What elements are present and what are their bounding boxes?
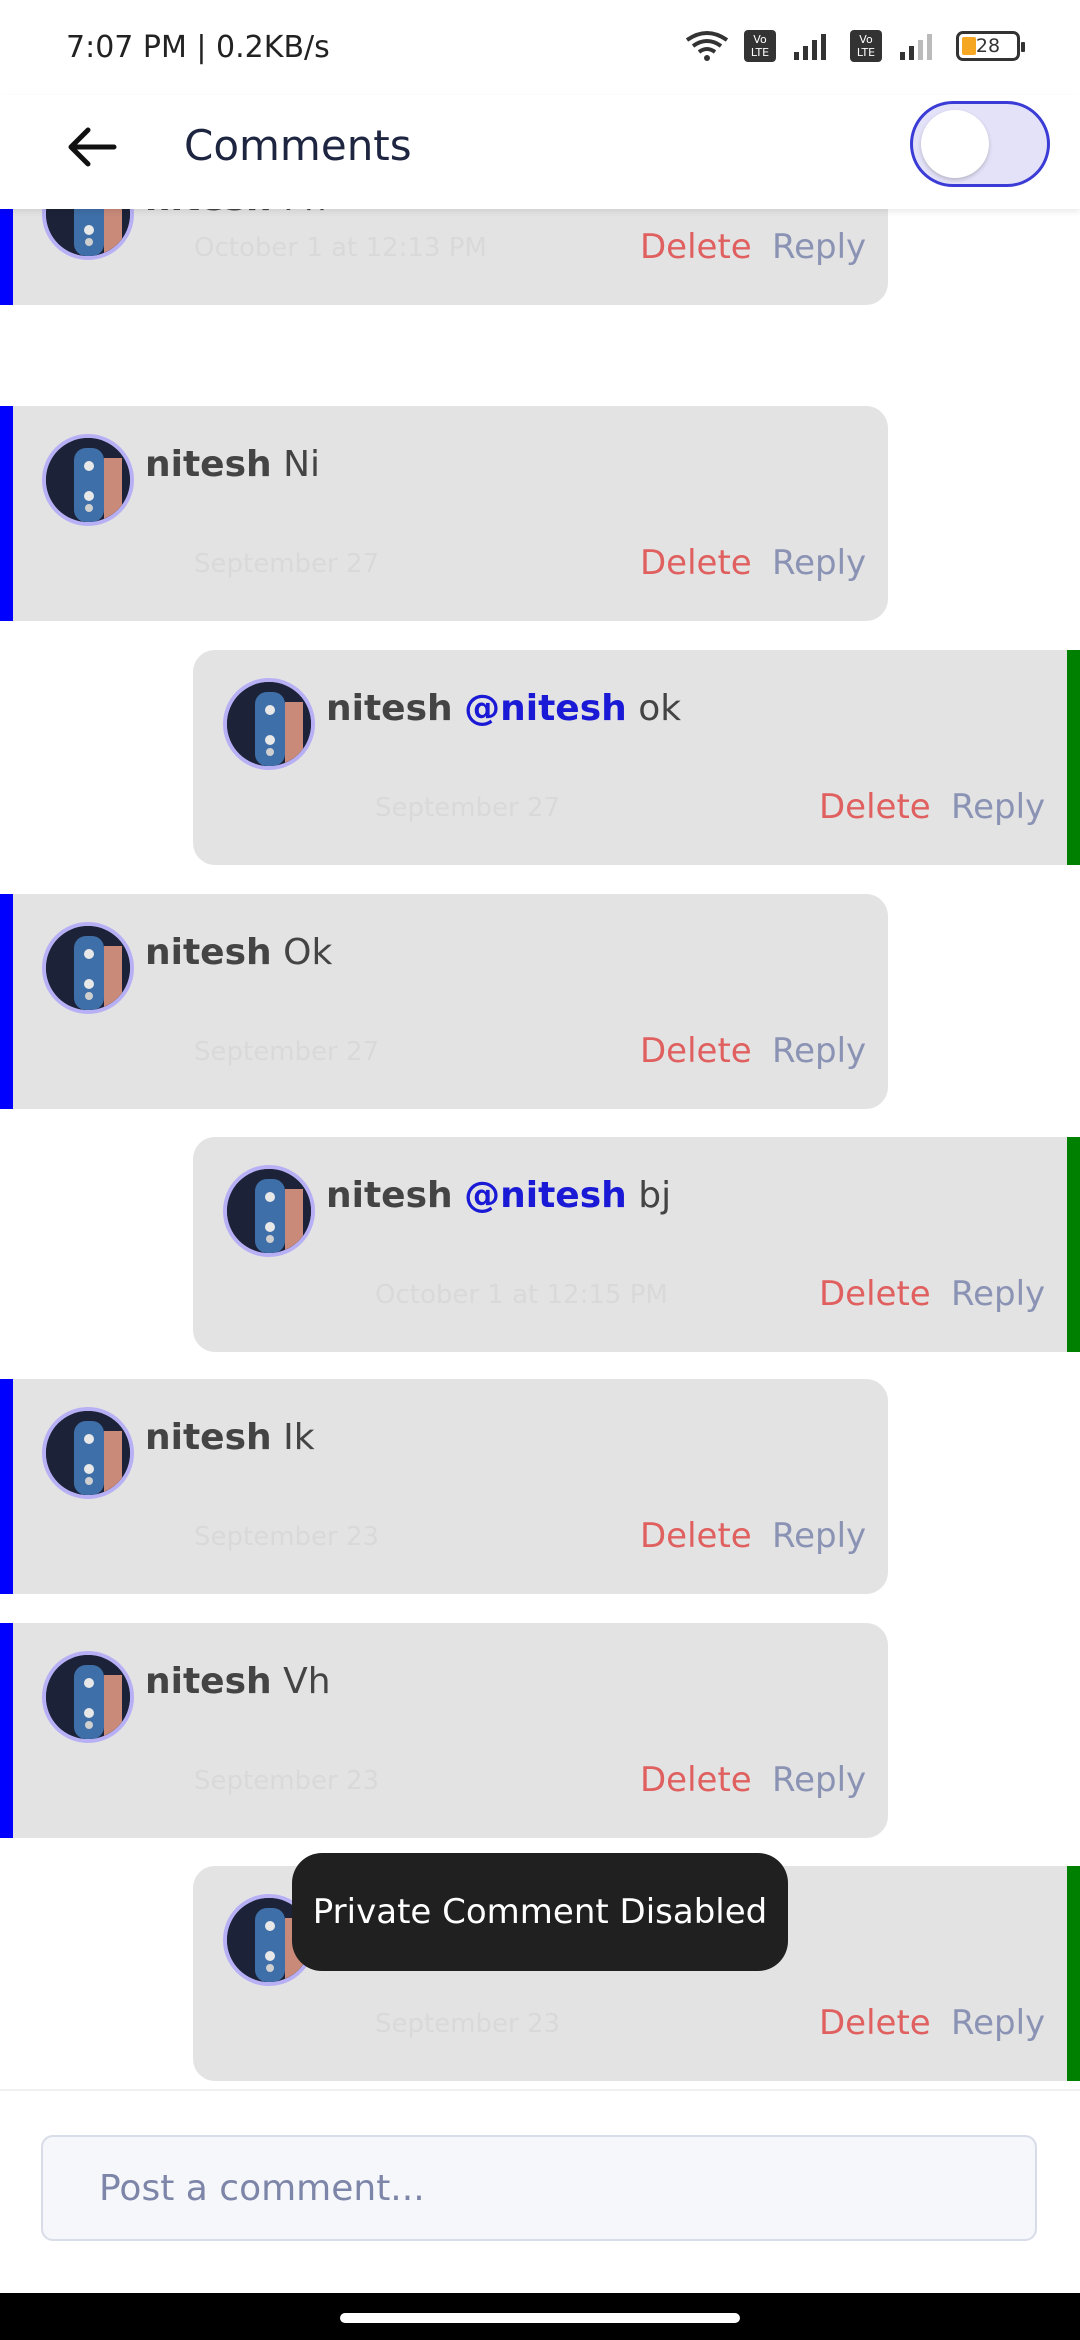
avatar[interactable]	[42, 922, 134, 1014]
delete-button[interactable]: Delete	[819, 1274, 931, 1314]
signal-icon	[794, 34, 826, 60]
toggle-knob[interactable]	[921, 110, 989, 178]
comment-text: nitesh Ok	[145, 932, 332, 973]
delete-button[interactable]: Delete	[819, 2003, 931, 2043]
avatar[interactable]	[42, 1651, 134, 1743]
comment-username[interactable]: nitesh	[145, 444, 272, 485]
private-comment-toggle[interactable]	[910, 101, 1050, 187]
back-arrow-icon[interactable]	[62, 117, 122, 177]
delete-button[interactable]: Delete	[640, 227, 752, 267]
status-icons: Vo LTE Vo LTE 28	[684, 30, 1025, 62]
home-indicator[interactable]	[340, 2313, 740, 2323]
reply-comment-card: nitesh @nitesh bj October 1 at 12:15 PM De…	[193, 1137, 1080, 1352]
app-header: Comments	[0, 95, 1080, 209]
comment-username[interactable]: nitesh	[326, 1175, 453, 1216]
comment-body: Ik	[283, 1417, 315, 1458]
delete-button[interactable]: Delete	[819, 787, 931, 827]
comment-username[interactable]: nitesh	[145, 932, 272, 973]
reply-button[interactable]: Reply	[951, 1274, 1045, 1314]
comment-text: nitesh Ik	[145, 1417, 315, 1458]
status-bar: 7:07 PM | 0.2KB/s Vo LTE Vo LTE 28	[0, 0, 1080, 95]
reply-button[interactable]: Reply	[772, 543, 866, 583]
comment-input[interactable]	[41, 2135, 1037, 2241]
comment-body: Ok	[283, 932, 333, 973]
reply-button[interactable]: Reply	[951, 787, 1045, 827]
comment-date: October 1 at 12:15 PM	[375, 1280, 668, 1310]
status-time: 7:07 PM | 0.2KB/s	[66, 30, 330, 65]
comment-date: October 1 at 12:13 PM	[194, 233, 487, 263]
comment-username[interactable]: nitesh	[145, 1661, 272, 1702]
toast-message: Private Comment Disabled	[292, 1853, 788, 1971]
comment-date: September 23	[194, 1766, 380, 1796]
comment-text: nitesh Ni	[145, 444, 320, 485]
reply-button[interactable]: Reply	[772, 227, 866, 267]
battery-icon: 28	[956, 31, 1025, 61]
delete-button[interactable]: Delete	[640, 1516, 752, 1556]
reply-button[interactable]: Reply	[951, 2003, 1045, 2043]
avatar[interactable]	[223, 1165, 315, 1257]
wifi-icon	[685, 31, 729, 61]
comment-body: Vh	[283, 1661, 331, 1702]
avatar[interactable]	[42, 1407, 134, 1499]
comment-card: nitesh Ok September 27 Delete Reply	[0, 894, 888, 1109]
reply-button[interactable]: Reply	[772, 1516, 866, 1556]
comment-text: nitesh @nitesh bj	[326, 1175, 671, 1216]
comment-body: Fh	[283, 209, 327, 219]
volte-icon: Vo LTE	[850, 30, 882, 62]
comment-mention[interactable]: @nitesh	[464, 1175, 627, 1216]
comment-body: Ni	[283, 444, 321, 485]
comments-list[interactable]: nitesh Fh October 1 at 12:13 PM Delete Repl…	[0, 209, 1080, 2089]
comment-date: September 23	[194, 1522, 380, 1552]
comment-card: nitesh Fh October 1 at 12:13 PM Delete Repl…	[0, 209, 888, 305]
comment-username[interactable]: nitesh	[326, 688, 453, 729]
delete-button[interactable]: Delete	[640, 543, 752, 583]
comment-body: bj	[638, 1175, 672, 1216]
signal-icon	[900, 34, 932, 60]
comment-text: nitesh Vh	[145, 1661, 331, 1702]
comment-card: nitesh Ni September 27 Delete Reply	[0, 406, 888, 621]
comment-text: nitesh @nitesh ok	[326, 688, 681, 729]
comment-body: ok	[638, 688, 682, 729]
battery-level: 28	[975, 35, 1001, 57]
avatar[interactable]	[42, 209, 134, 260]
delete-button[interactable]: Delete	[640, 1031, 752, 1071]
delete-button[interactable]: Delete	[640, 1760, 752, 1800]
reply-button[interactable]: Reply	[772, 1031, 866, 1071]
navigation-bar	[0, 2293, 1080, 2340]
avatar[interactable]	[42, 434, 134, 526]
comment-date: September 27	[194, 549, 380, 579]
page-title: Comments	[184, 121, 412, 170]
comment-mention[interactable]: @nitesh	[464, 688, 627, 729]
comment-card: nitesh Ik September 23 Delete Reply	[0, 1379, 888, 1594]
avatar[interactable]	[223, 678, 315, 770]
comment-date: September 23	[375, 2009, 561, 2039]
volte-icon: Vo LTE	[744, 30, 776, 62]
comment-text: nitesh Fh	[145, 209, 327, 219]
reply-comment-card: nitesh @nitesh ok September 27 Delete Reply	[193, 650, 1080, 865]
comment-card: nitesh Vh September 23 Delete Reply	[0, 1623, 888, 1838]
comment-username[interactable]: nitesh	[145, 209, 272, 219]
comment-username[interactable]: nitesh	[145, 1417, 272, 1458]
reply-button[interactable]: Reply	[772, 1760, 866, 1800]
comment-date: September 27	[194, 1037, 380, 1067]
comment-input-bar	[0, 2089, 1080, 2295]
comment-date: September 27	[375, 793, 561, 823]
